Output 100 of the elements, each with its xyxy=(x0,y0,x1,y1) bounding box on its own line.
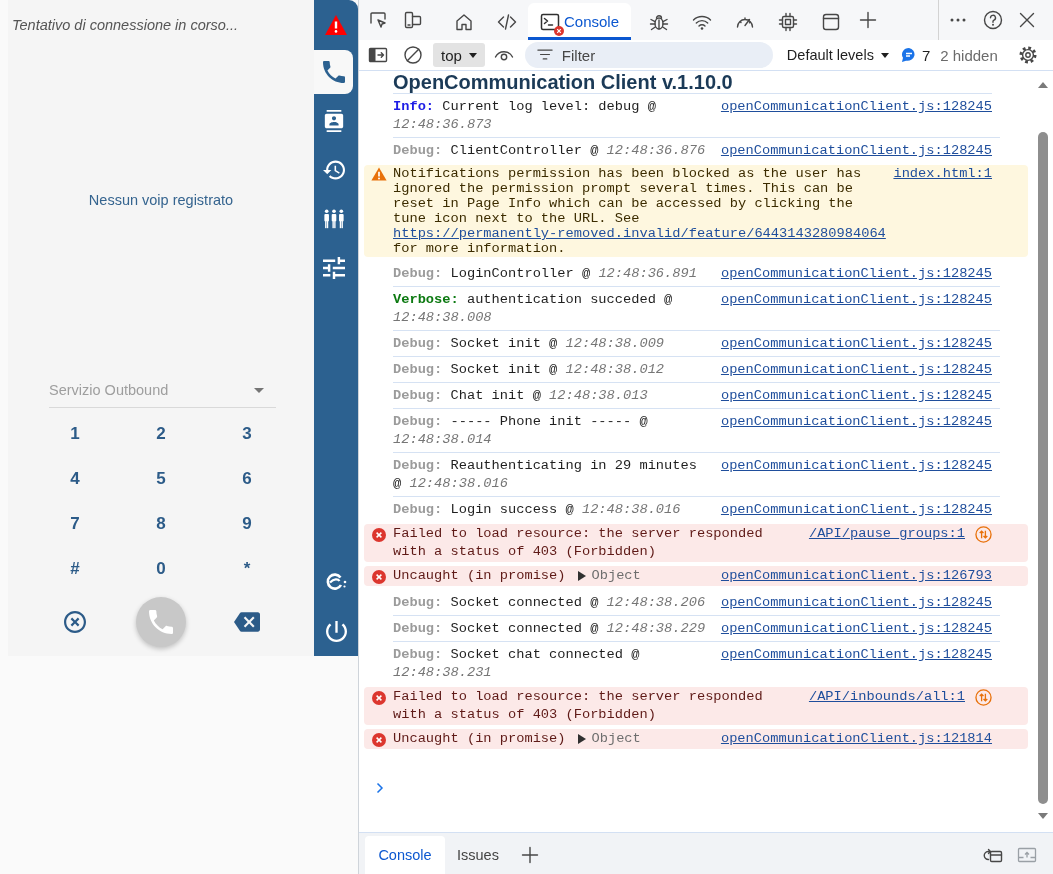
sidebar-toggle-icon[interactable] xyxy=(368,45,388,65)
keypad-key[interactable]: 3 xyxy=(204,411,290,456)
source-link[interactable]: openCommunicationClient.js:128245 xyxy=(720,335,992,353)
message-count-button[interactable]: 7 xyxy=(900,46,931,64)
log-message: Info: Current log level: debug @ 12:48:36.873 xyxy=(393,99,656,132)
object-toggle[interactable]: Object xyxy=(577,567,641,585)
source-link[interactable]: openCommunicationClient.js:128245 xyxy=(720,457,992,475)
backspace-icon[interactable] xyxy=(234,612,260,632)
scroll-up-arrow-icon[interactable] xyxy=(1037,82,1048,88)
keypad-key[interactable]: 1 xyxy=(32,411,118,456)
source-link[interactable]: openCommunicationClient.js:128245 xyxy=(720,361,992,379)
keypad-key[interactable]: 4 xyxy=(32,456,118,501)
caret-icon xyxy=(254,388,264,393)
error-icon xyxy=(371,691,386,705)
close-icon[interactable] xyxy=(1017,10,1037,30)
keypad-key[interactable]: 9 xyxy=(204,501,290,546)
console-heading: OpenCommunication Client v.1.10.0 xyxy=(393,71,733,93)
help-icon[interactable] xyxy=(983,10,1003,30)
keypad-key[interactable]: 2 xyxy=(118,411,204,456)
error-message: Uncaught (in promise) xyxy=(393,568,566,583)
expand-triangle-icon xyxy=(577,571,586,581)
keypad-key[interactable]: * xyxy=(204,546,290,591)
warning-icon xyxy=(370,167,387,181)
log-message: Debug: Socket init @ 12:48:38.012 xyxy=(393,362,665,377)
error-message: Failed to load resource: the server responded with a status of 403 (Forbidden) xyxy=(393,689,763,722)
drawer-tab[interactable]: Issues xyxy=(445,836,511,874)
phone-icon xyxy=(149,610,173,634)
chat-bubble-icon xyxy=(900,47,917,63)
log-message: Debug: Login success @ 12:48:38.016 xyxy=(393,502,681,517)
source-link[interactable]: /API/pause_groups:1 xyxy=(808,525,965,543)
error-icon xyxy=(371,733,386,747)
connection-status: Tentativo di connessione in corso... xyxy=(11,16,239,35)
object-toggle[interactable]: Object xyxy=(577,730,641,748)
tune-sliders-icon xyxy=(322,257,345,279)
error-icon xyxy=(371,528,386,542)
source-link[interactable]: openCommunicationClient.js:128245 xyxy=(720,265,992,283)
panel-tab[interactable]: Console xyxy=(528,3,632,40)
source-link[interactable]: openCommunicationClient.js:128245 xyxy=(720,142,992,160)
context-select[interactable]: top xyxy=(433,43,485,67)
source-link[interactable]: openCommunicationClient.js:128245 xyxy=(720,413,992,431)
plus-icon[interactable] xyxy=(520,845,540,865)
console-icon xyxy=(540,11,560,32)
filter-icon xyxy=(536,48,553,61)
log-message: Debug: Socket connected @ 12:48:38.229 xyxy=(393,621,706,636)
arrows-circle-icon[interactable] xyxy=(975,688,992,706)
log-message: Verbose: authentication succeded @ 12:48:38.008 xyxy=(393,292,673,325)
source-link[interactable]: openCommunicationClient.js:128245 xyxy=(720,291,992,309)
voip-message: Nessun voip registrato xyxy=(88,191,234,209)
people-group-icon xyxy=(322,208,345,230)
source-link[interactable]: openCommunicationClient.js:128245 xyxy=(720,594,992,612)
arrows-circle-icon[interactable] xyxy=(975,525,992,543)
keypad-key[interactable]: 0 xyxy=(118,546,204,591)
source-link[interactable]: openCommunicationClient.js:128245 xyxy=(720,501,992,519)
home-icon xyxy=(453,11,474,32)
keypad-key[interactable]: 5 xyxy=(118,456,204,501)
keypad-key[interactable]: 8 xyxy=(118,501,204,546)
clear-console-icon[interactable] xyxy=(403,45,423,65)
caret-icon xyxy=(468,52,477,58)
plus-icon[interactable] xyxy=(858,10,879,30)
keypad-key[interactable]: # xyxy=(32,546,118,591)
source-link[interactable]: index.html:1 xyxy=(893,166,992,181)
log-message: Debug: ClientController @ 12:48:36.876 xyxy=(393,143,706,158)
phone-icon xyxy=(322,61,345,83)
filter-field[interactable]: Filter xyxy=(524,42,773,68)
log-levels-select[interactable]: Default levels xyxy=(786,47,889,63)
log-message: Debug: Socket init @ 12:48:38.009 xyxy=(393,336,665,351)
hidden-count: 2 hidden xyxy=(940,46,998,64)
log-message: Debug: Reauthenticating in 29 minutes @ 12:48:38.016 xyxy=(393,458,697,491)
source-link[interactable]: openCommunicationClient.js:121814 xyxy=(720,730,992,748)
settings-icon[interactable] xyxy=(1018,45,1038,65)
expand-triangle-icon xyxy=(577,734,586,744)
clear-icon[interactable] xyxy=(64,611,86,633)
cursor-select-icon[interactable] xyxy=(368,10,388,30)
window-icon xyxy=(820,11,841,32)
source-link[interactable]: openCommunicationClient.js:128245 xyxy=(720,98,992,116)
scroll-down-arrow-icon[interactable] xyxy=(1037,813,1048,819)
log-message: Debug: Socket chat connected @ 12:48:38.231 xyxy=(393,647,640,680)
source-link[interactable]: openCommunicationClient.js:128245 xyxy=(720,646,992,664)
source-link[interactable]: openCommunicationClient.js:128245 xyxy=(720,620,992,638)
log-message: Debug: ----- Phone init ----- @ 12:48:38.014 xyxy=(393,414,648,447)
chip-icon xyxy=(777,11,798,32)
warning-message: Notifications permission has been blocked as the user has ignored the permission prompt several times. This can be reset in Page Info which can be accessed by clicking the tune icon next to the URL. See https://permanently-removed.invalid/feature/6443143280984064 for more information. xyxy=(393,166,887,256)
keypad-key[interactable]: 6 xyxy=(204,456,290,501)
nav-tab[interactable] xyxy=(314,50,353,94)
log-message: Debug: Socket connected @ 12:48:38.206 xyxy=(393,595,706,610)
source-link[interactable]: /API/inbounds/all:1 xyxy=(808,688,965,706)
drawer-tab[interactable]: Console xyxy=(365,836,445,874)
contact-card-icon xyxy=(322,110,345,132)
feature-link[interactable]: https://permanently-removed.invalid/feature/6443143280984064 xyxy=(393,226,886,241)
device-icon[interactable] xyxy=(403,10,423,30)
power-icon[interactable] xyxy=(325,620,347,642)
log-message: Debug: LoginController @ 12:48:36.891 xyxy=(393,266,697,281)
logo-icon[interactable] xyxy=(325,571,347,591)
keypad-key[interactable]: 7 xyxy=(32,501,118,546)
prompt-chevron-icon xyxy=(376,782,384,794)
scrollbar-thumb[interactable] xyxy=(1037,132,1048,804)
source-link[interactable]: openCommunicationClient.js:126793 xyxy=(720,567,992,585)
error-message: Failed to load resource: the server responded with a status of 403 (Forbidden) xyxy=(393,526,763,559)
source-link[interactable]: openCommunicationClient.js:128245 xyxy=(720,387,992,405)
code-icon xyxy=(496,11,517,32)
